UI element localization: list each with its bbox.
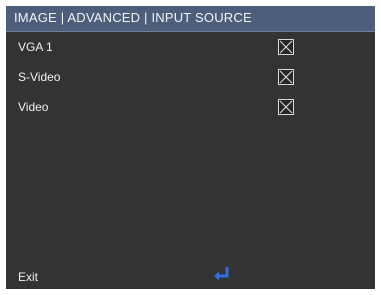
menu-header: IMAGE | ADVANCED | INPUT SOURCE (6, 6, 375, 32)
checked-x-icon (279, 100, 293, 114)
osd-menu-panel: IMAGE | ADVANCED | INPUT SOURCE VGA 1 S-… (6, 6, 375, 289)
checked-x-icon (279, 70, 293, 84)
source-label-s-video: S-Video (18, 70, 61, 84)
source-row-vga1[interactable]: VGA 1 (6, 38, 375, 66)
s-video-checkbox[interactable] (278, 69, 294, 85)
exit-menu-item[interactable]: Exit (18, 270, 38, 284)
source-row-video[interactable]: Video (6, 98, 375, 126)
video-checkbox[interactable] (278, 99, 294, 115)
vga1-checkbox[interactable] (278, 39, 294, 55)
source-label-video: Video (18, 100, 49, 114)
checked-x-icon (279, 40, 293, 54)
source-row-s-video[interactable]: S-Video (6, 68, 375, 96)
source-label-vga1: VGA 1 (18, 40, 53, 54)
enter-return-icon (214, 267, 229, 281)
menu-breadcrumb-title: IMAGE | ADVANCED | INPUT SOURCE (14, 10, 252, 25)
